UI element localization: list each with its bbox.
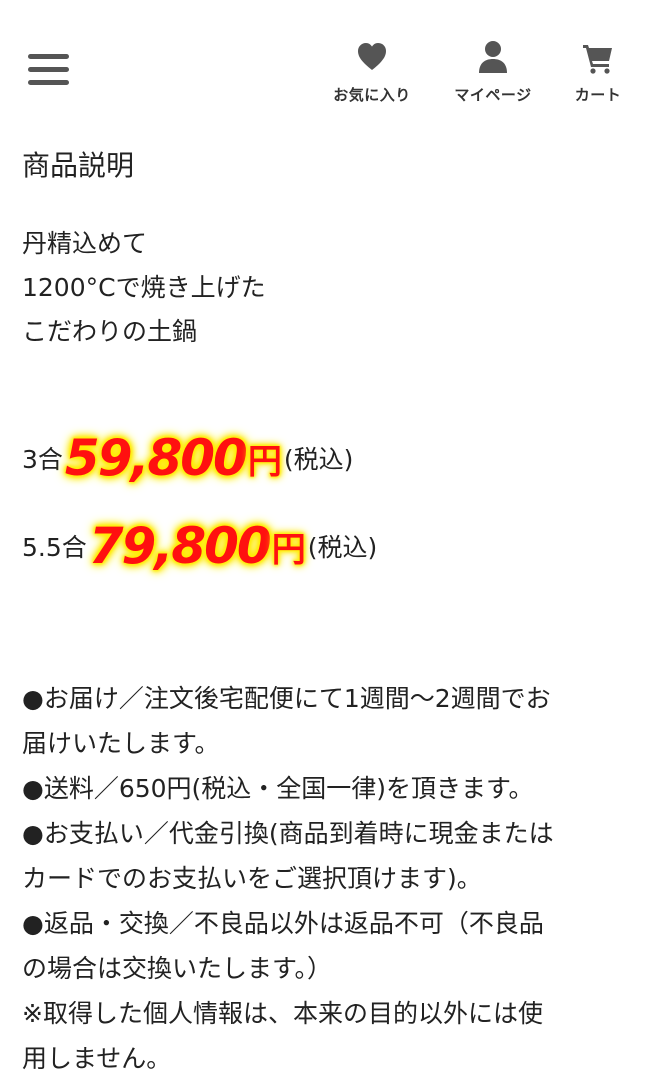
mypage-button[interactable]: マイページ	[444, 40, 542, 110]
cart-button[interactable]: カート	[566, 40, 630, 110]
note-line: 用しません。	[22, 1044, 172, 1073]
note-line: ●返品・交換／不良品以外は返品不可（不良品	[22, 909, 544, 938]
cart-label: カート	[574, 86, 622, 104]
intro-line: 丹精込めて	[22, 229, 148, 258]
hamburger-menu-button[interactable]	[28, 52, 70, 88]
menu-bar	[28, 67, 69, 72]
note-line: ●送料／650円(税込・全国一律)を頂きます。	[22, 774, 534, 803]
note-line: の場合は交換いたします。）	[22, 954, 333, 983]
section-title: 商品説明	[22, 149, 135, 182]
yen-label: 円	[271, 529, 306, 570]
favorites-label: お気に入り	[333, 86, 411, 104]
note-line: ●お支払い／代金引換(商品到着時に現金または	[22, 819, 554, 848]
favorites-button[interactable]: お気に入り	[326, 40, 418, 110]
tax-label: (税込)	[283, 445, 354, 474]
size-label: 3合	[22, 445, 63, 474]
site-header: お気に入り マイページ カート	[0, 0, 653, 120]
price-amount: 59,800	[64, 429, 248, 487]
shipping-notes: ●お届け／注文後宅配便にて1週間〜2週間でお 届けいたします。 ●送料／650円…	[22, 676, 634, 1081]
tax-label: (税込)	[307, 533, 378, 562]
note-line: ※取得した個人情報は、本来の目的以外には使	[22, 999, 543, 1028]
heart-icon	[358, 43, 386, 70]
yen-label: 円	[247, 441, 282, 482]
price-row-3go: 3合 59,800 円 (税込)	[22, 418, 353, 498]
note-line: 届けいたします。	[22, 729, 220, 758]
cart-icon	[583, 45, 612, 74]
intro-line: 1200°Cで焼き上げた	[22, 273, 266, 302]
mypage-label: マイページ	[454, 86, 532, 104]
price-row-5-5go: 5.5合 79,800 円 (税込)	[22, 506, 377, 586]
note-line: カードでのお支払いをご選択頂けます)。	[22, 864, 482, 893]
user-icon	[479, 41, 507, 73]
product-intro: 丹精込めて 1200°Cで焼き上げた こだわりの土鍋	[22, 222, 266, 354]
menu-bar	[28, 54, 69, 59]
note-line: ●お届け／注文後宅配便にて1週間〜2週間でお	[22, 684, 551, 713]
price-amount: 79,800	[88, 517, 272, 575]
menu-bar	[28, 80, 69, 85]
intro-line: こだわりの土鍋	[22, 317, 198, 346]
size-label: 5.5合	[22, 533, 87, 562]
